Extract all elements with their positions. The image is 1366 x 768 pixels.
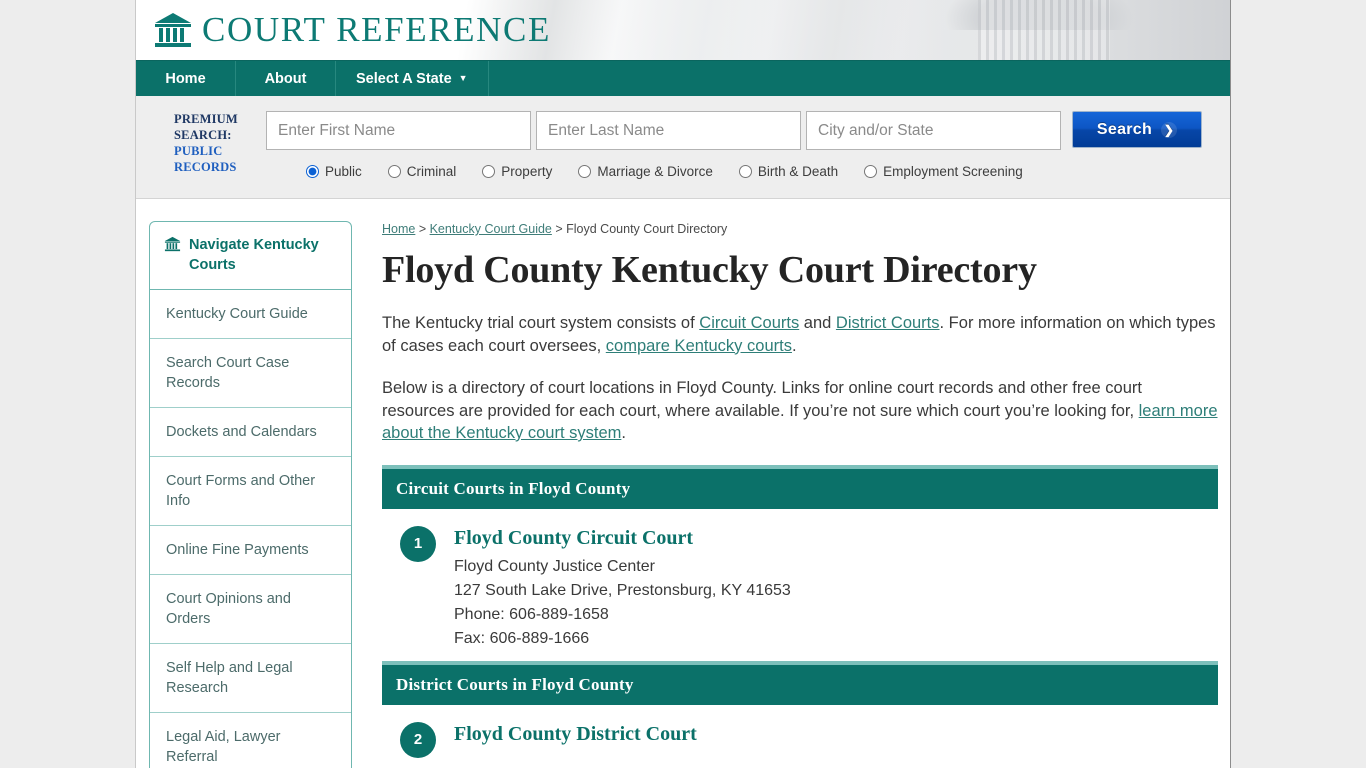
intro-paragraph-2: Below is a directory of court locations … [382,377,1218,445]
radio-input-marriage-divorce[interactable] [578,165,592,178]
sidebar-item-dockets-and-calendars[interactable]: Dockets and Calendars [150,408,351,457]
court-details: Floyd County District Court [454,722,697,758]
radio-input-criminal[interactable] [387,165,401,178]
sidebar: Navigate Kentucky Courts Kentucky Court … [136,221,352,768]
nav-item-about-label: About [264,70,307,87]
page-title: Floyd County Kentucky Court Directory [382,249,1037,291]
nav-item-about[interactable]: About [236,61,336,96]
premium-search-field-row: Search ❯ [266,111,1230,150]
link-district-courts[interactable]: District Courts [836,314,940,332]
city-state-input[interactable] [806,111,1061,150]
radio-label-birth-death: Birth & Death [757,164,839,179]
radio-option-marriage-divorce[interactable]: Marriage & Divorce [578,164,713,179]
sidebar-item-kentucky-court-guide[interactable]: Kentucky Court Guide [150,290,351,339]
courthouse-icon [153,11,193,49]
premium-label-line-3: PUBLIC [174,144,223,158]
breadcrumb-current: Floyd County Court Directory [566,222,728,236]
main-navigation: Home About Select A State ▼ [136,60,1230,96]
page-root: COURT REFERENCE Home About Select A Stat… [0,0,1366,768]
intro-p1-text-d: . [791,336,797,355]
sidebar-item-self-help-and-legal-research[interactable]: Self Help and Legal Research [150,644,351,713]
sidebar-item-court-forms-and-other-info[interactable]: Court Forms and Other Info [150,457,351,526]
court-address: 127 South Lake Drive, Prestonsburg, KY 4… [454,581,791,599]
radio-input-employment-screening[interactable] [864,165,878,178]
section-heading-district-courts: District Courts in Floyd County [382,660,1218,705]
court-name-link[interactable]: Floyd County District Court [454,722,697,746]
site-container: COURT REFERENCE Home About Select A Stat… [135,0,1231,768]
court-phone: Phone: 606-889-1658 [454,605,609,623]
court-entry: 1 Floyd County Circuit Court Floyd Count… [382,509,1218,661]
court-fax: Fax: 606-889-1666 [454,629,590,647]
intro-paragraph-1: The Kentucky trial court system consists… [382,312,1218,357]
intro-p1-text-a: The Kentucky trial court system consists… [382,314,700,332]
breadcrumb-separator-2: > [551,222,567,236]
brand-logo[interactable]: COURT REFERENCE [136,0,1230,60]
search-button-label: Search [1096,120,1153,138]
content-area: Navigate Kentucky Courts Kentucky Court … [136,199,1230,768]
chevron-right-icon: ❯ [1161,121,1178,138]
sidebar-heading-label: Navigate Kentucky Courts [189,237,319,273]
nav-item-home-label: Home [165,70,206,87]
premium-label-line-4: RECORDS [174,160,237,174]
nav-filler [489,61,1230,96]
first-name-input[interactable] [266,111,531,150]
search-button[interactable]: Search ❯ [1072,111,1202,148]
radio-label-public: Public [325,164,362,179]
radio-label-property: Property [501,164,553,179]
radio-option-employment-screening[interactable]: Employment Screening [864,164,1023,179]
nav-item-select-a-state-label: Select A State [356,70,452,87]
chevron-down-icon: ▼ [458,73,468,83]
last-name-input[interactable] [536,111,801,150]
radio-option-criminal[interactable]: Criminal [387,164,457,179]
sidebar-item-legal-aid-lawyer-referral[interactable]: Legal Aid, Lawyer Referral [150,713,351,768]
radio-option-birth-death[interactable]: Birth & Death [738,164,839,179]
radio-label-employment-screening: Employment Screening [883,164,1023,179]
court-name-link[interactable]: Floyd County Circuit Court [454,526,791,550]
nav-item-select-a-state[interactable]: Select A State ▼ [336,61,489,96]
premium-search-label: PREMIUM SEARCH: PUBLIC RECORDS [136,111,266,175]
radio-input-birth-death[interactable] [738,165,752,178]
sidebar-item-search-court-case-records[interactable]: Search Court Case Records [150,339,351,408]
intro-p2-text-a: Below is a directory of court locations … [382,379,1142,420]
intro-p2-text-b: . [621,424,626,442]
masthead: COURT REFERENCE [136,0,1230,60]
intro-p1-text-b: and [799,314,836,332]
premium-search-fields: Search ❯ Public Criminal Prop [266,111,1230,179]
premium-label-line-2: SEARCH: [174,128,232,142]
main-column: Home > Kentucky Court Guide > Floyd Coun… [352,221,1230,768]
radio-option-public[interactable]: Public [306,164,362,179]
link-circuit-courts[interactable]: Circuit Courts [699,314,799,332]
courthouse-icon [164,235,181,258]
search-category-radios: Public Criminal Property Marriage & Divo… [266,164,1230,179]
breadcrumb-separator-1: > [415,222,430,236]
radio-input-public[interactable] [306,165,319,178]
court-entry: 2 Floyd County District Court [382,705,1218,768]
premium-search-bar: PREMIUM SEARCH: PUBLIC RECORDS Search ❯ [136,96,1230,199]
sidebar-item-online-fine-payments[interactable]: Online Fine Payments [150,526,351,575]
radio-label-criminal: Criminal [406,164,457,179]
brand-name: COURT REFERENCE [202,10,551,49]
court-details: Floyd County Circuit Court Floyd County … [454,526,791,651]
sidebar-item-court-opinions-and-orders[interactable]: Court Opinions and Orders [150,575,351,644]
breadcrumb-link-kentucky-court-guide[interactable]: Kentucky Court Guide [430,222,552,236]
court-number-badge: 2 [400,721,436,758]
sidebar-nav-panel: Navigate Kentucky Courts Kentucky Court … [149,221,352,768]
radio-label-marriage-divorce: Marriage & Divorce [597,164,713,179]
sidebar-heading: Navigate Kentucky Courts [150,222,351,290]
radio-option-property[interactable]: Property [482,164,552,179]
breadcrumb-link-home[interactable]: Home [382,222,415,236]
court-number-badge: 1 [400,525,436,562]
link-compare-kentucky-courts[interactable]: compare Kentucky courts [606,337,792,355]
section-heading-circuit-courts: Circuit Courts in Floyd County [382,464,1218,509]
breadcrumb: Home > Kentucky Court Guide > Floyd Coun… [382,221,1218,237]
radio-input-property[interactable] [482,165,496,178]
nav-item-home[interactable]: Home [136,61,236,96]
premium-label-line-1: PREMIUM [174,112,238,126]
court-building: Floyd County Justice Center [454,557,655,575]
